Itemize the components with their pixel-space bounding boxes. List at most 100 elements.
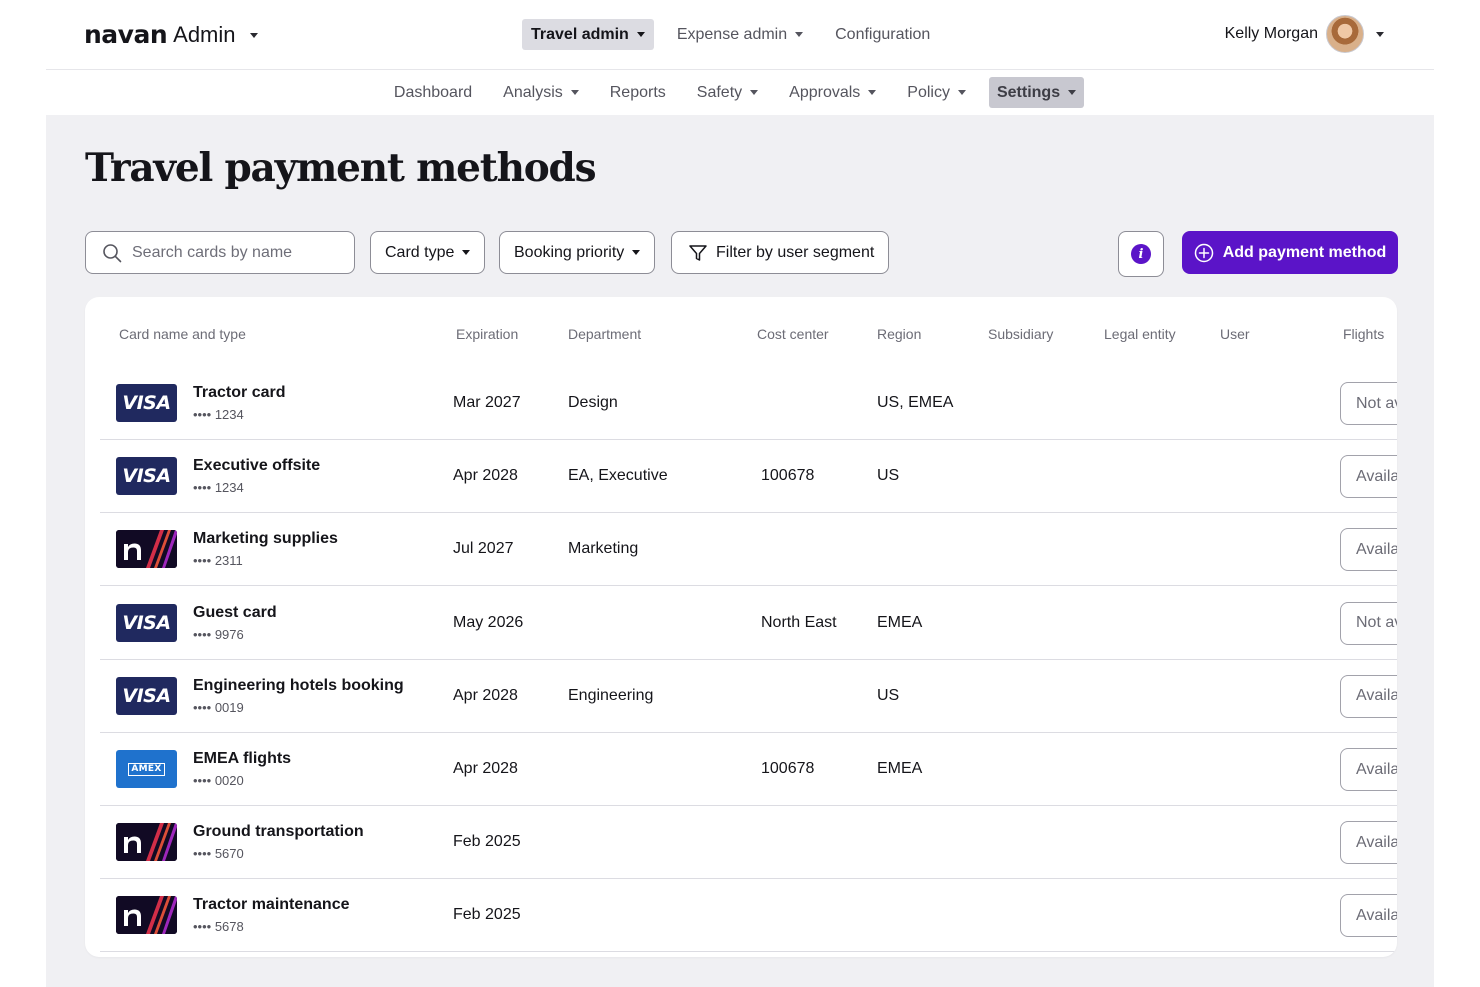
subnav-item-safety[interactable]: Safety xyxy=(689,77,766,108)
tab-configuration[interactable]: Configuration xyxy=(826,19,939,50)
flights-status: Available xyxy=(1356,467,1397,485)
navan-card-logo xyxy=(116,896,177,935)
flights-availability-button[interactable]: Available xyxy=(1340,748,1397,791)
flights-status: Available xyxy=(1356,833,1397,851)
subnav-item-reports[interactable]: Reports xyxy=(602,77,674,108)
flights-status: Not available xyxy=(1356,394,1397,412)
column-header-flights[interactable]: Flights xyxy=(1343,326,1384,342)
card-number: •••• 0020 xyxy=(193,773,244,788)
booking-priority-dropdown[interactable]: Booking priority xyxy=(499,231,656,274)
subnav-label: Settings xyxy=(996,83,1061,101)
user-menu[interactable]: Kelly Morgan xyxy=(1225,15,1384,53)
region-cell: US xyxy=(877,467,900,485)
card-name: Marketing supplies xyxy=(193,530,338,548)
card-name: Engineering hotels booking xyxy=(193,676,404,694)
search-box[interactable] xyxy=(85,231,355,274)
cost-center-cell: 100678 xyxy=(761,467,815,485)
subnav-item-analysis[interactable]: Analysis xyxy=(495,77,587,108)
expiration-cell: Feb 2025 xyxy=(453,833,521,851)
table-row[interactable]: VISA Tractor card •••• 1234 Mar 2027 Design U… xyxy=(100,367,1397,440)
flights-availability-button[interactable]: Available xyxy=(1340,821,1397,865)
card-name: Tractor maintenance xyxy=(193,896,350,914)
user-name: Kelly Morgan xyxy=(1224,25,1318,42)
subnav-label: Reports xyxy=(609,83,666,101)
navan-logo: navan xyxy=(84,20,168,49)
subnav-label: Approvals xyxy=(789,83,861,101)
flights-status: Available xyxy=(1356,760,1397,778)
page-title: Travel payment methods xyxy=(85,145,597,191)
region-cell: US xyxy=(877,686,900,704)
flights-availability-button[interactable]: Available xyxy=(1340,674,1397,718)
tab-label: Travel admin xyxy=(531,25,629,43)
main-content: Travel payment methods Card type Booking… xyxy=(46,115,1434,987)
chevron-down-icon xyxy=(462,250,471,255)
table-row[interactable]: VISA Executive offsite •••• 1234 Apr 2028 EA… xyxy=(100,440,1397,514)
region-cell: US, EMEA xyxy=(877,394,954,411)
subnav-label: Policy xyxy=(907,83,950,101)
table-row[interactable]: Tractor maintenance •••• 5678 Feb 2025 Avai… xyxy=(100,879,1397,953)
flights-availability-button[interactable]: Available xyxy=(1340,894,1397,938)
table-row[interactable]: Marketing supplies •••• 2311 Jul 2027 Marke… xyxy=(100,513,1397,587)
navan-card-icon xyxy=(116,530,177,569)
table-row[interactable]: AMEX EMEA flights •••• 0020 Apr 2028 100678 E… xyxy=(100,733,1397,806)
region-cell: EMEA xyxy=(877,613,923,631)
column-header-card[interactable]: Card name and type xyxy=(119,326,246,342)
column-header-department[interactable]: Department xyxy=(568,326,641,342)
flights-status: Not available xyxy=(1356,614,1397,632)
chevron-down-icon xyxy=(249,32,258,38)
department-cell: Design xyxy=(568,394,618,411)
visa-logo-icon: VISA xyxy=(116,603,177,642)
card-number: •••• 9976 xyxy=(193,626,244,642)
subnav-label: Analysis xyxy=(503,83,563,101)
navan-card-logo xyxy=(116,530,177,569)
plus-circle-icon xyxy=(1194,243,1213,262)
column-header-region[interactable]: Region xyxy=(877,326,921,342)
filter-icon xyxy=(689,244,707,261)
filter-user-segment-button[interactable]: Filter by user segment xyxy=(671,231,890,274)
column-header-cost-center[interactable]: Cost center xyxy=(757,326,829,342)
subnav-item-approvals[interactable]: Approvals xyxy=(781,77,884,108)
card-number: •••• 1234 xyxy=(193,407,244,422)
visa-logo-icon: VISA xyxy=(116,384,177,422)
chevron-down-icon xyxy=(1068,90,1077,95)
amex-logo-icon: AMEX xyxy=(116,750,177,788)
navan-card-logo xyxy=(116,823,177,862)
cost-center-cell: 100678 xyxy=(761,760,815,777)
add-payment-label: Add payment method xyxy=(1222,243,1387,261)
card-type-dropdown[interactable]: Card type xyxy=(370,231,486,274)
table-row[interactable]: VISA Guest card •••• 9976 May 2026 North Eas… xyxy=(100,587,1397,660)
expiration-cell: May 2026 xyxy=(453,613,524,631)
chevron-down-icon xyxy=(636,32,645,37)
card-number: •••• 1234 xyxy=(193,480,244,496)
subnav-item-dashboard[interactable]: Dashboard xyxy=(386,77,480,108)
payment-methods-table: Card name and type Expiration Department… xyxy=(85,297,1397,957)
flights-availability-button[interactable]: Not available xyxy=(1340,382,1397,425)
search-input[interactable] xyxy=(132,243,332,262)
flights-availability-button[interactable]: Available xyxy=(1340,528,1397,572)
cost-center-cell: North East xyxy=(761,613,837,631)
flights-availability-button[interactable]: Not available xyxy=(1340,601,1397,645)
flights-status: Available xyxy=(1356,687,1397,705)
column-header-legal-entity[interactable]: Legal entity xyxy=(1104,326,1176,342)
navan-card-icon xyxy=(116,823,177,862)
info-button[interactable]: i xyxy=(1118,231,1164,277)
column-header-subsidiary[interactable]: Subsidiary xyxy=(988,326,1053,342)
expiration-cell: Mar 2027 xyxy=(453,394,521,411)
subnav-label: Safety xyxy=(696,83,743,101)
expiration-cell: Apr 2028 xyxy=(453,467,518,485)
brand-menu[interactable]: navan Admin xyxy=(84,20,258,50)
subnav-item-settings[interactable]: Settings xyxy=(988,77,1085,108)
table-row[interactable]: VISA Engineering hotels booking •••• 0019 A… xyxy=(100,660,1397,733)
column-header-expiration[interactable]: Expiration xyxy=(456,326,518,342)
tab-travel-admin[interactable]: Travel admin xyxy=(522,19,654,50)
chevron-down-icon xyxy=(750,90,759,95)
subnav-item-policy[interactable]: Policy xyxy=(899,77,974,108)
card-number: •••• 5670 xyxy=(193,846,244,862)
chevron-down-icon xyxy=(795,32,804,37)
tab-label: Expense admin xyxy=(676,25,788,43)
tab-expense-admin[interactable]: Expense admin xyxy=(668,19,812,50)
table-row[interactable]: Ground transportation •••• 5670 Feb 2025 Av… xyxy=(100,806,1397,880)
add-payment-method-button[interactable]: Add payment method xyxy=(1182,231,1398,274)
flights-availability-button[interactable]: Available xyxy=(1340,455,1397,499)
column-header-user[interactable]: User xyxy=(1220,326,1250,342)
